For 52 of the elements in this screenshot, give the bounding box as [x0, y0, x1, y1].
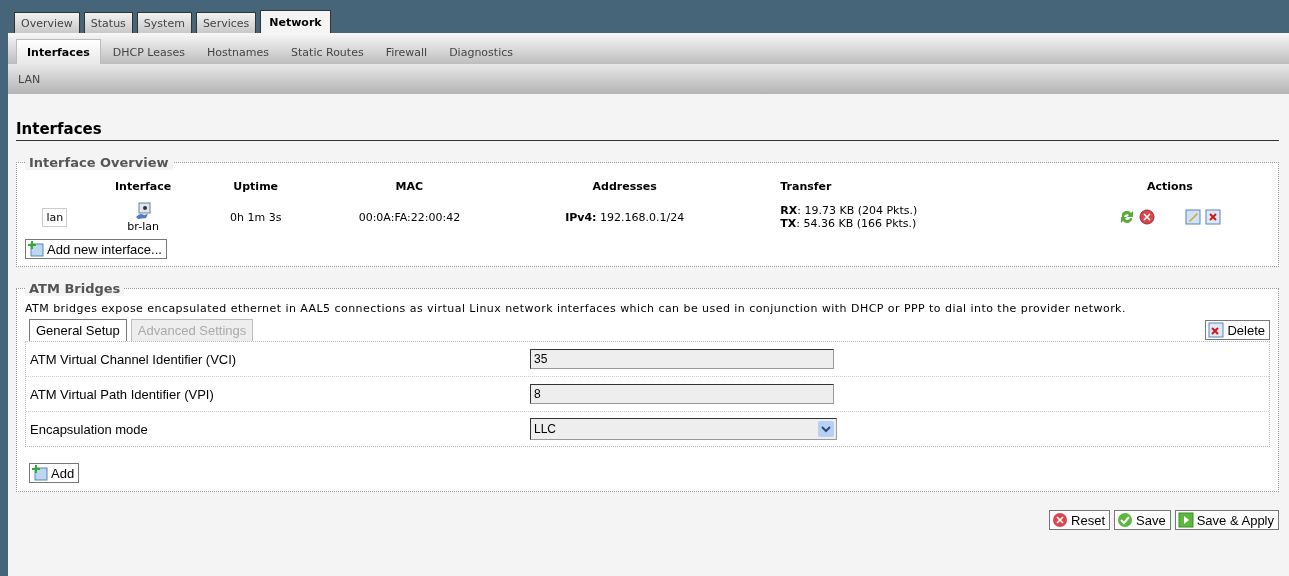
submenu-tab[interactable]: LAN	[16, 68, 43, 90]
add-interface-button[interactable]: Add new interface...	[25, 239, 167, 259]
table-cell: IPv4: 192.168.0.1/24	[565, 210, 685, 224]
settings-tab[interactable]: General Setup	[29, 319, 127, 341]
field-label: ATM Virtual Channel Identifier (VCI)	[30, 351, 238, 367]
delete-icon[interactable]	[1204, 209, 1221, 225]
device-name: br-lan	[126, 219, 160, 233]
column-header: Addresses	[592, 180, 657, 193]
field-label: Encapsulation mode	[30, 421, 149, 437]
input-field[interactable]: 35	[530, 349, 834, 369]
reload-icon[interactable]	[1118, 209, 1135, 225]
submenu-tab[interactable]: DHCP Leases	[102, 40, 196, 64]
menu-tab[interactable]: Overview	[14, 12, 80, 33]
submenu-tab[interactable]: Hostnames	[197, 40, 280, 64]
menu-tab[interactable]: System	[136, 12, 192, 33]
dropdown[interactable]: LLC	[530, 418, 837, 440]
submenu-tab[interactable]: Interfaces	[16, 39, 101, 64]
submenu-tab[interactable]: Static Routes	[281, 40, 374, 64]
stop-icon[interactable]	[1138, 209, 1155, 225]
checkmark-icon	[1117, 512, 1134, 528]
save-button[interactable]: Save	[1114, 510, 1171, 530]
menu-tab[interactable]: Services	[195, 12, 257, 33]
column-header: Interface	[115, 180, 172, 193]
delete-button[interactable]: Delete	[1205, 320, 1270, 340]
input-field[interactable]: 8	[530, 384, 834, 404]
close-icon	[1052, 512, 1069, 528]
new-document-icon	[28, 241, 44, 257]
add-button[interactable]: Add	[29, 463, 80, 483]
submenu-tab[interactable]: Diagnostics	[439, 40, 523, 64]
table-cell: 0h 1m 3s	[229, 210, 282, 224]
submenu-tab[interactable]: Firewall	[375, 40, 438, 64]
column-header: Actions	[1146, 180, 1193, 193]
description: ATM bridges expose encapsulated ethernet in AAL5 connections as virtual Linux network interfaces which can be used in conjunction with DHCP or PPP to dial into the provider network.	[25, 302, 1127, 315]
menu-tab[interactable]: Network	[260, 10, 331, 33]
new-document-icon	[32, 465, 48, 481]
field-label: ATM Virtual Path Identifier (VPI)	[30, 386, 215, 402]
play-icon	[1177, 512, 1194, 528]
section-legend: ATM Bridges	[25, 281, 125, 296]
section-legend: Interface Overview	[25, 155, 173, 170]
column-header: Transfer	[780, 180, 832, 193]
delete-icon	[1208, 322, 1225, 338]
apply-button[interactable]: Save & Apply	[1174, 510, 1279, 530]
table-cell-text: RX: 19.73 KB (204 Pkts.)	[780, 204, 919, 217]
table-cell: 00:0A:FA:22:00:42	[358, 210, 461, 224]
menu-tab[interactable]: Status	[83, 12, 133, 33]
column-header: MAC	[395, 180, 424, 193]
interface-name: lan	[42, 207, 68, 227]
table-cell-text: TX: 54.36 KB (166 Pkts.)	[780, 217, 918, 230]
reset-button[interactable]: Reset	[1049, 510, 1111, 530]
network-icon	[134, 201, 153, 220]
page-title: Interfaces	[16, 94, 1279, 141]
column-header: Uptime	[233, 180, 279, 193]
